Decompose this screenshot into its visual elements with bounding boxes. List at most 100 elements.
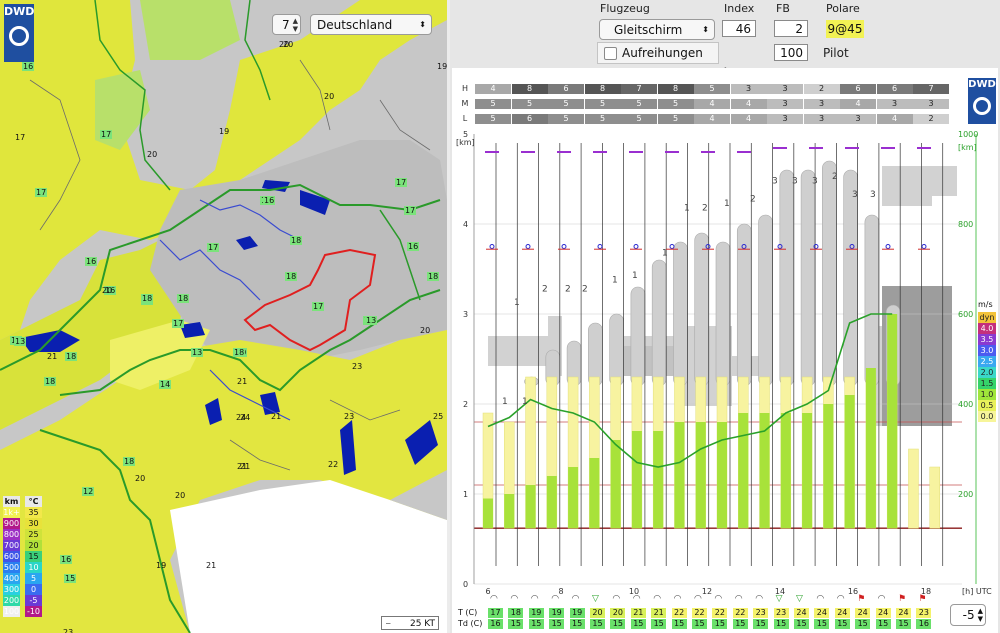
temp-label: 16 [60,555,73,564]
temperature-cell: 21 [630,608,646,618]
legend-km-cell: 100 [3,606,20,617]
index-field[interactable]: 46 [722,20,756,37]
cloud-count-label: 3 [870,190,876,200]
y-left-tick: 1 [463,490,469,499]
cloud-level-label: H [461,84,468,93]
cloud-cover-cell: 6 [840,84,876,94]
dewpoint-cell: 15 [896,619,911,629]
weather-map[interactable]: DWD 7 ▲ ▼ Deutschland ⬍ km °C 1k+ 35 900 30 8… [0,0,447,633]
cloud-icon: ◠ [877,594,886,604]
cloudbase-marker [921,244,927,249]
y-left-tick: 4 [463,220,469,229]
cloud-cover-cell: 5 [475,99,511,109]
fb-field[interactable]: 2 [774,20,808,37]
zoom-stepper[interactable]: 7 ▲ ▼ [272,14,301,35]
y-right-unit: [km] [958,143,977,152]
stepper-arrows-icon[interactable]: ▲ ▼ [978,607,985,623]
thermal-strength-bar [717,422,727,529]
temperature-cell: 18 [508,608,524,618]
temperature-cell: 21 [651,608,667,618]
stepper-arrows-icon[interactable]: ▲ ▼ [293,17,300,33]
temperature-cell: 20 [610,608,626,618]
aufreihungen-label: Aufreihungen [622,46,703,60]
cloud-icon: ◠ [836,594,845,604]
wind-barb-icon: ⎯ [386,619,391,629]
wind-label: 25 [433,412,444,421]
dewpoint-cell: 15 [508,619,524,629]
wind-label: 21 [47,352,58,361]
cloud-count-label: 3 [772,177,778,187]
cloud-icon: ◠ [816,594,825,604]
offset-stepper[interactable]: -5 ▲ ▼ [950,604,986,626]
cloud-icon: ◠ [490,594,498,604]
ms-legend-cell: 3.5 [978,334,996,345]
temp-label: 18 [177,294,190,303]
temp-label: 15 [64,574,77,583]
cloud-cover-cell: 3 [767,84,803,94]
cloud-level-label: M [461,99,469,108]
wind-label: 22 [328,460,339,469]
thermal-strength-bar [610,440,621,529]
cloud-column [673,241,688,387]
ms-legend-cell: 3.0 [978,345,996,356]
cloud-count-label: 1 [662,249,668,259]
dewpoint-cell: 16 [916,619,932,629]
dewpoint-cell: 15 [630,619,646,629]
wind-label: 20 [147,150,158,159]
wind-label: 19 [437,62,447,71]
temp-label: 17 [312,302,325,311]
wind-label: 17 [15,133,26,142]
cloudbase-marker [597,244,603,249]
region-select[interactable]: Deutschland ⬍ [310,14,432,35]
dwd-swirl-icon [973,97,991,115]
thermal-strength-bar [823,404,834,529]
polare-value[interactable]: 9@45 [826,20,864,38]
cloud-column [715,241,731,387]
temperature-cell: 20 [590,608,605,618]
thermal-strength-bar [738,413,749,529]
flugzeug-select[interactable]: Gleitschirm ⬍ [599,19,715,40]
wind-label: 20 [135,474,146,483]
temperature-cell: 19 [569,608,585,618]
wind-label: 21 [237,462,248,471]
cloud-cover-cell: 5 [657,114,694,124]
legend-c-cell: -10 [25,606,42,617]
cloud-cover-cell: 3 [840,114,876,124]
cloud-column [609,313,624,387]
temp-label: 13 [365,316,378,325]
legend-km-cell: 600 [3,551,20,562]
temp-label: 16 [263,196,276,205]
legend-km-cell: 1k+ [3,507,20,518]
cloud-cover-cell: 7 [913,84,949,94]
meteogram-dwd-logo: DWD [968,78,996,124]
dewpoint-cell: 15 [610,619,626,629]
pilot-field[interactable]: 100 [774,44,808,61]
flag-icon: ⚑ [918,594,927,604]
temperature-cell: 22 [692,608,707,618]
temperature-cell: 22 [712,608,728,618]
wind-label: 24 [240,413,251,422]
shower-icon: ▽ [592,594,599,604]
cloud-icon: ◠ [571,594,580,604]
cloud-count-label: 1 [632,271,638,281]
dwd-swirl-icon [9,26,29,46]
flag-icon: ⚑ [857,594,866,604]
temperature-cell: 17 [488,608,503,618]
cloud-column [694,232,710,387]
map-canvas [0,0,447,633]
temp-label: 17 [395,178,408,187]
temperature-cell: 24 [896,608,911,618]
thermal-strength-bar [802,413,813,529]
legend-c-cell: 25 [25,529,42,540]
aufreihungen-checkbox[interactable]: Aufreihungen [597,42,719,64]
cloud-column [630,286,646,387]
cloudbase-marker [525,244,531,249]
wind-label: 20 [283,40,294,49]
temp-label: 17 [172,319,185,328]
cloud-count-label: 2 [582,285,588,295]
cloud-count-label: 3 [792,177,798,187]
dewpoint-cell: 15 [549,619,565,629]
polare-label: Polare [826,2,860,15]
legend-km-cell: 400 [3,573,20,584]
checkbox-box[interactable] [604,47,617,60]
